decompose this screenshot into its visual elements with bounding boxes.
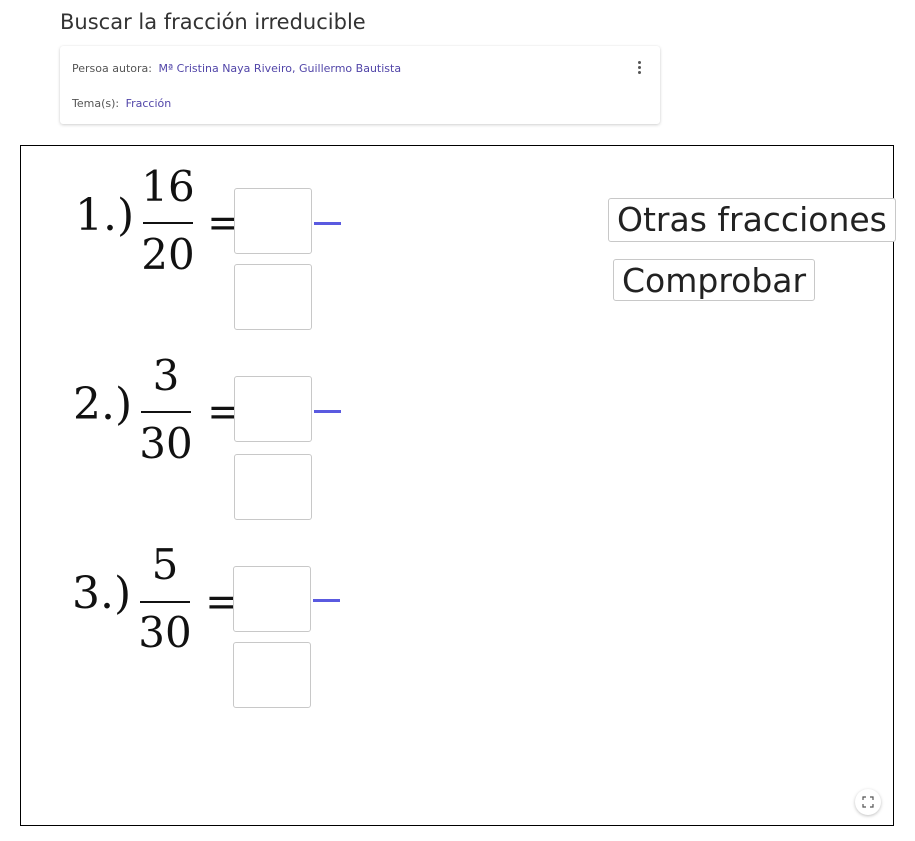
numerator-input[interactable]	[234, 188, 312, 254]
fraction-bar	[141, 411, 191, 413]
fraction-bar	[143, 222, 193, 224]
fraction-denominator: 30	[139, 419, 193, 468]
more-vert-icon[interactable]	[636, 61, 642, 77]
author-row: Persoa autora: Mª Cristina Naya Riveiro,…	[72, 62, 401, 75]
author-label: Persoa autora:	[72, 62, 152, 75]
fullscreen-icon[interactable]	[855, 789, 881, 815]
numerator-input[interactable]	[234, 376, 312, 442]
denominator-input[interactable]	[234, 264, 312, 330]
other-fractions-button[interactable]: Otras fracciones	[608, 198, 896, 242]
answer-fraction-bar	[314, 410, 341, 413]
fraction-numerator: 5	[151, 540, 179, 589]
answer-fraction-bar	[314, 222, 341, 225]
check-button[interactable]: Comprobar	[613, 259, 816, 301]
topic-link[interactable]: Fracción	[126, 97, 172, 110]
fraction-numerator: 3	[152, 351, 180, 400]
numerator-input[interactable]	[233, 566, 311, 632]
topic-label: Tema(s):	[72, 97, 120, 110]
geogebra-applet: 1.) 16 20 = 2.) 3 30 = 3.) 5 30 = Otras …	[20, 145, 896, 826]
exercise-label: 3.)	[72, 568, 132, 619]
fraction-numerator: 16	[141, 162, 195, 211]
exercise-label: 1.)	[75, 190, 135, 241]
topic-row: Tema(s): Fracción	[72, 97, 171, 110]
fraction-denominator: 20	[141, 230, 195, 279]
fraction-bar	[140, 601, 190, 603]
info-card: Persoa autora: Mª Cristina Naya Riveiro,…	[60, 46, 660, 124]
page-title: Buscar la fracción irreducible	[60, 10, 366, 34]
denominator-input[interactable]	[234, 454, 312, 520]
author-link[interactable]: Mª Cristina Naya Riveiro, Guillermo Baut…	[158, 62, 401, 75]
fraction-denominator: 30	[138, 608, 192, 657]
answer-fraction-bar	[313, 599, 340, 602]
denominator-input[interactable]	[233, 642, 311, 708]
exercise-label: 2.)	[73, 379, 133, 430]
